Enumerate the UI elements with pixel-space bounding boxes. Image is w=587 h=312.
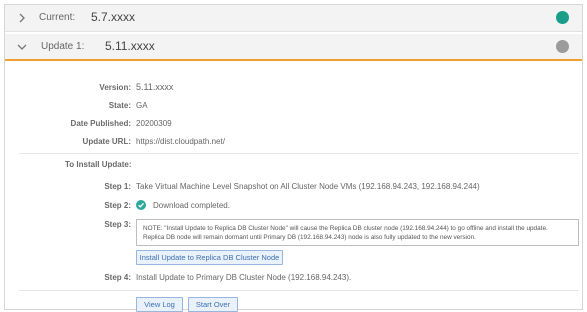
current-version-row[interactable]: Current: 5.7.xxxx <box>5 5 582 32</box>
step-1-label: Step 1: <box>104 182 131 191</box>
date-published-row: Date Published: 20200309 <box>5 119 582 135</box>
current-version-value: 5.7.xxxx <box>91 10 136 24</box>
update-url-value: https://dist.cloudpath.net/ <box>136 137 225 146</box>
state-label: State: <box>108 101 131 110</box>
step-4-text: Install Update to Primary DB Cluster Nod… <box>136 273 352 282</box>
state-value: GA <box>136 101 148 110</box>
divider <box>19 290 579 291</box>
update-panel: Current: 5.7.xxxx Update 1: 5.11.xxxx Ve… <box>4 4 583 312</box>
start-over-button[interactable]: Start Over <box>188 297 238 312</box>
status-indicator-update <box>556 40 569 53</box>
install-title: To Install Update: <box>65 160 132 169</box>
step-2-label: Step 2: <box>104 201 131 210</box>
version-value: 5.11.xxxx <box>136 82 174 92</box>
update-1-row[interactable]: Update 1: 5.11.xxxx <box>5 34 582 61</box>
step-3-label: Step 3: <box>104 220 131 229</box>
view-log-button[interactable]: View Log <box>136 297 183 312</box>
state-row: State: GA <box>5 101 582 117</box>
note-line-1: NOTE: "Install Update to Replica DB Clus… <box>143 225 548 232</box>
divider <box>19 153 579 154</box>
status-indicator-current <box>556 11 569 24</box>
install-replica-button[interactable]: Install Update to Replica DB Cluster Nod… <box>136 250 283 265</box>
step-2-text: Download completed. <box>153 201 230 210</box>
update-url-label: Update URL: <box>82 137 131 146</box>
note-line-2: Replica DB node will remain dormant unti… <box>143 234 476 241</box>
chevron-down-icon[interactable] <box>17 42 27 52</box>
version-row: Version: 5.11.xxxx <box>5 82 582 99</box>
version-label: Version: <box>99 83 131 92</box>
step-1-text: Take Virtual Machine Level Snapshot on A… <box>136 182 480 191</box>
replica-note: NOTE: "Install Update to Replica DB Clus… <box>136 219 579 246</box>
current-label: Current: <box>39 12 76 23</box>
date-published-label: Date Published: <box>70 119 131 128</box>
step-4-label: Step 4: <box>104 273 131 282</box>
update-url-row: Update URL: https://dist.cloudpath.net/ <box>5 137 582 153</box>
update-version-value: 5.11.xxxx <box>105 39 155 53</box>
check-circle-icon <box>136 200 146 210</box>
update-label: Update 1: <box>41 41 85 52</box>
date-published-value: 20200309 <box>136 119 172 128</box>
chevron-right-icon[interactable] <box>17 13 27 23</box>
